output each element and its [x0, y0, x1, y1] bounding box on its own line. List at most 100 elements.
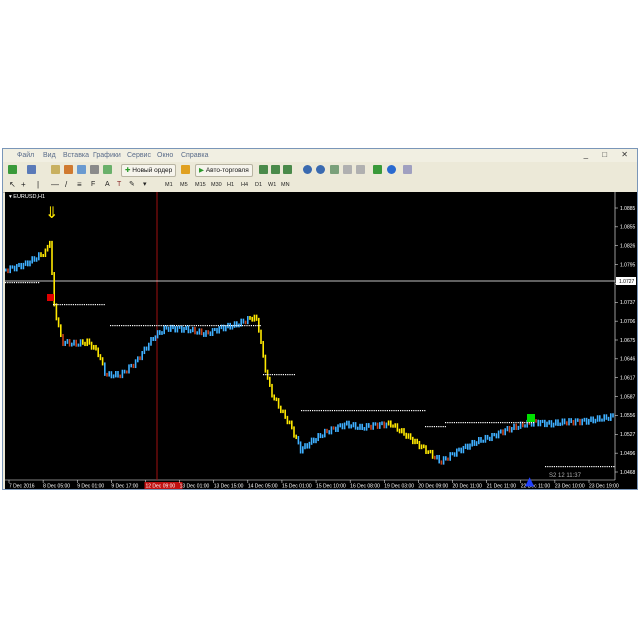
tester-icon[interactable]	[103, 165, 112, 174]
signal-dot	[118, 325, 120, 327]
candle	[605, 414, 608, 420]
menu-file[interactable]: Файл	[17, 152, 34, 159]
candle	[383, 421, 385, 429]
signal-dot	[184, 325, 186, 327]
candlesticks-icon[interactable]	[271, 165, 280, 174]
price-chart[interactable]: 1.08851.08551.08261.07951.07651.07371.07…	[5, 192, 637, 490]
signal-dot	[110, 325, 112, 327]
signal-dot	[211, 325, 213, 327]
candle	[548, 420, 550, 425]
signal-dot	[513, 422, 515, 424]
signal-dot	[480, 422, 482, 424]
candle	[539, 419, 542, 427]
candle	[583, 417, 586, 422]
signal-dot	[255, 325, 257, 327]
signal-dot	[429, 426, 431, 428]
bar-chart-icon[interactable]	[259, 165, 268, 174]
navigator-icon[interactable]	[77, 165, 86, 174]
text-icon[interactable]: A	[105, 180, 110, 190]
candle	[524, 424, 526, 428]
signal-dot	[182, 325, 184, 327]
candle	[610, 413, 612, 421]
candle	[33, 256, 36, 262]
timeframe-h1[interactable]: H1	[227, 180, 234, 190]
signal-dot	[267, 374, 269, 376]
candle	[134, 359, 137, 369]
menu-view[interactable]: Вид	[43, 152, 56, 159]
profiles-icon[interactable]	[27, 165, 36, 174]
autotrading-button[interactable]: ▶ Авто-торговля	[195, 164, 253, 177]
market-watch-icon[interactable]	[51, 165, 60, 174]
timeframe-m1[interactable]: M1	[165, 180, 173, 190]
cursor-icon[interactable]: ↖	[9, 180, 16, 190]
timeframe-h4[interactable]: H4	[241, 180, 248, 190]
candle	[436, 454, 438, 460]
timeframe-m30[interactable]: M30	[211, 180, 222, 190]
candle	[148, 342, 150, 351]
arrows-icon[interactable]: ✎	[129, 180, 135, 190]
data-window-icon[interactable]	[64, 165, 73, 174]
horizontal-line-icon[interactable]: —	[51, 180, 59, 190]
signal-dot	[269, 374, 271, 376]
tile-windows-icon[interactable]	[330, 165, 339, 174]
menu-help[interactable]: Справка	[181, 152, 208, 159]
timeframe-m5[interactable]: M5	[180, 180, 188, 190]
channel-icon[interactable]: ≡	[77, 180, 82, 190]
metaeditor-icon[interactable]	[181, 165, 190, 174]
candle	[504, 428, 506, 436]
signal-dot	[422, 410, 424, 412]
candle	[229, 322, 231, 330]
timeframe-m15[interactable]: M15	[195, 180, 206, 190]
window-controls[interactable]: _ □ ✕	[584, 150, 634, 159]
candle	[612, 413, 614, 418]
zoom-in-icon[interactable]	[303, 165, 312, 174]
trendline-icon[interactable]: /	[65, 180, 67, 190]
candle	[601, 418, 603, 422]
terminal-icon[interactable]	[90, 165, 99, 174]
indicators-icon[interactable]	[373, 165, 382, 174]
signal-dot	[27, 282, 29, 284]
chart-shift-icon[interactable]	[343, 165, 352, 174]
candle	[11, 265, 14, 269]
new-chart-icon[interactable]	[8, 165, 17, 174]
signal-dot	[132, 325, 134, 327]
candle	[313, 437, 315, 444]
timeframe-mn[interactable]: MN	[281, 180, 290, 190]
signal-dot	[438, 426, 440, 428]
candle	[508, 425, 511, 433]
time-tick-label: 9 Dec 01:00	[77, 484, 104, 490]
label-icon[interactable]: T	[117, 180, 121, 190]
time-tick-label: 16 Dec 08:00	[350, 484, 380, 490]
chart-area[interactable]: 1.08851.08551.08261.07951.07651.07371.07…	[5, 192, 637, 490]
candle	[308, 441, 311, 449]
signal-dot	[336, 410, 338, 412]
signal-dot	[327, 410, 329, 412]
candle	[392, 424, 394, 428]
zoom-out-icon[interactable]	[316, 165, 325, 174]
periods-icon[interactable]	[387, 165, 396, 174]
menu-service[interactable]: Сервис	[127, 152, 151, 159]
crosshair-icon[interactable]: +	[21, 180, 26, 190]
candle	[550, 420, 553, 428]
menu-insert[interactable]: Вставка	[63, 152, 89, 159]
price-tick-label: 1.0855	[620, 225, 636, 231]
timeframe-w1[interactable]: W1	[268, 180, 276, 190]
fibonacci-icon[interactable]: F	[91, 180, 95, 190]
signal-dot	[217, 325, 219, 327]
signal-dot	[386, 410, 388, 412]
line-chart-icon[interactable]	[283, 165, 292, 174]
new-order-button[interactable]: ✚ Новый ордер	[121, 164, 177, 177]
candle	[401, 428, 403, 434]
menu-window[interactable]: Окно	[157, 152, 173, 159]
candle	[603, 414, 605, 422]
more-tools-icon[interactable]: ▾	[143, 180, 147, 190]
autoscroll-icon[interactable]	[356, 165, 365, 174]
signal-dot	[33, 282, 35, 284]
candle	[412, 436, 414, 445]
signal-dot	[134, 325, 136, 327]
signal-dot	[340, 410, 342, 412]
menu-charts[interactable]: Графики	[93, 152, 121, 159]
timeframe-d1[interactable]: D1	[255, 180, 262, 190]
vertical-line-icon[interactable]: |	[37, 180, 39, 190]
templates-icon[interactable]	[403, 165, 412, 174]
